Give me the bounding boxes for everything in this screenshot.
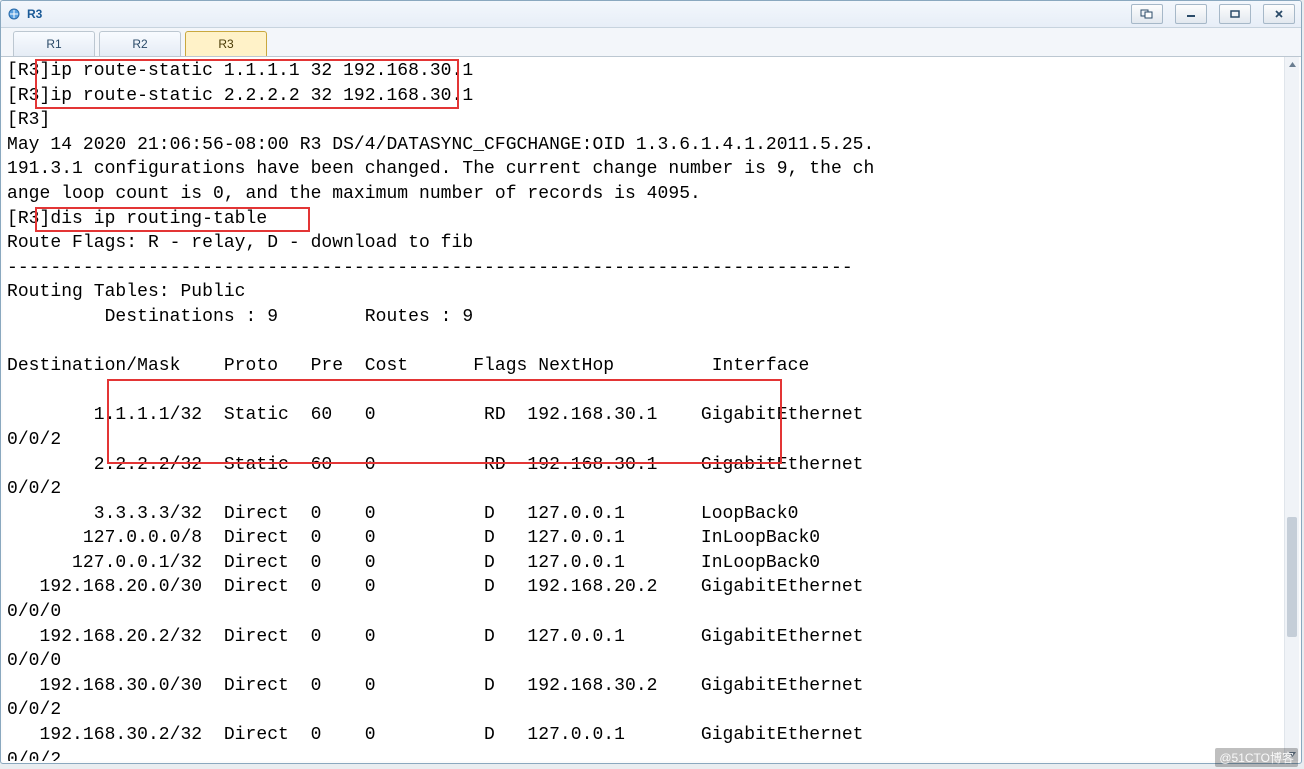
scroll-thumb[interactable] [1287,517,1297,637]
tab-r2[interactable]: R2 [99,31,181,56]
window-controls [1131,4,1295,24]
tab-r1[interactable]: R1 [13,31,95,56]
popout-button[interactable] [1131,4,1163,24]
terminal-output[interactable]: [R3]ip route-static 1.1.1.1 32 192.168.3… [3,57,1285,761]
window-title: R3 [27,7,42,21]
watermark: @51CTO博客 [1215,748,1298,767]
app-icon [7,7,21,21]
terminal-window: R3 R1 R2 R3 [R3]ip route-static 1.1.1.1 … [0,0,1302,764]
scroll-up-icon[interactable] [1285,57,1299,71]
tab-strip: R1 R2 R3 [1,28,1301,57]
terminal-content[interactable]: [R3]ip route-static 1.1.1.1 32 192.168.3… [3,57,1285,761]
tab-r3[interactable]: R3 [185,31,267,56]
maximize-button[interactable] [1219,4,1251,24]
close-button[interactable] [1263,4,1295,24]
minimize-button[interactable] [1175,4,1207,24]
titlebar: R3 [1,1,1301,28]
scrollbar[interactable] [1284,57,1299,761]
